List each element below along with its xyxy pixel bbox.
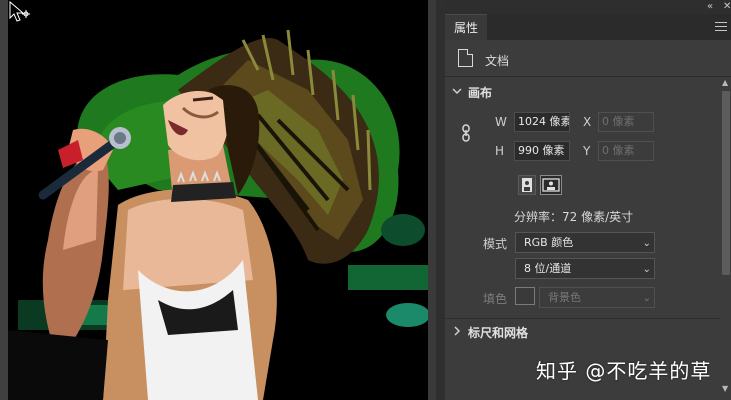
canvas-left-strip: [0, 0, 8, 400]
panel-scrollbar[interactable]: ▲ ▼: [721, 77, 731, 400]
x-field[interactable]: 0 像素: [598, 112, 654, 132]
fill-label: 填色: [483, 292, 508, 306]
properties-panel: 文档 画布 W 1024 像素 X 0 像素 H 990 像素 Y 0 像素 分…: [445, 40, 731, 400]
width-field[interactable]: 1024 像素: [514, 112, 570, 132]
section-rulers-header[interactable]: 标尺和网格: [445, 320, 721, 344]
height-field[interactable]: 990 像素: [514, 141, 570, 161]
chevron-down-icon: [452, 88, 462, 95]
document-label: 文档: [485, 54, 510, 68]
height-label: H: [495, 144, 505, 158]
color-mode-select[interactable]: RGB 颜色 ⌄: [515, 232, 655, 253]
section-canvas-title: 画布: [468, 86, 493, 100]
portrait-icon: [522, 178, 532, 192]
chevron-down-icon: ⌄: [642, 264, 651, 275]
bit-depth-value: 8 位/通道: [524, 262, 572, 275]
close-icon[interactable]: ✕: [723, 1, 731, 13]
link-dimensions-icon[interactable]: [460, 124, 472, 142]
fill-select[interactable]: 背景色 ⌄: [539, 287, 655, 308]
bit-depth-select[interactable]: 8 位/通道 ⌄: [515, 258, 655, 279]
tab-properties[interactable]: 属性: [445, 14, 487, 40]
scroll-thumb[interactable]: [722, 91, 730, 275]
chevron-down-icon: ⌄: [642, 293, 651, 304]
document-canvas[interactable]: [8, 0, 428, 400]
section-rulers-title: 标尺和网格: [468, 326, 529, 340]
panel-topbar: « ✕: [445, 0, 731, 14]
panel-tab-row: 属性: [445, 14, 731, 40]
fill-value: 背景色: [548, 291, 581, 304]
double-chevron-left-icon[interactable]: «: [707, 1, 713, 13]
color-mode-value: RGB 颜色: [524, 236, 574, 249]
resolution-text: 分辨率：72 像素/英寸: [514, 210, 634, 224]
chevron-down-icon: ⌄: [642, 238, 651, 249]
scroll-down-icon[interactable]: ▼: [722, 385, 728, 393]
section-divider: [445, 318, 721, 319]
right-dock: « ✕ 属性 文档 画布 W 1024 像素 X 0 像素 H 990 像素 Y…: [436, 0, 731, 400]
fill-color-swatch[interactable]: [515, 287, 535, 305]
chevron-right-icon: [454, 326, 461, 336]
landscape-orientation-button[interactable]: [540, 175, 562, 195]
x-label: X: [583, 115, 592, 129]
canvas-right-strip: [428, 0, 436, 400]
move-cursor-icon: [9, 0, 30, 22]
dock-gutter: [436, 0, 445, 400]
y-field[interactable]: 0 像素: [598, 141, 654, 161]
panel-menu-icon[interactable]: [715, 22, 727, 32]
section-canvas-header[interactable]: 画布: [445, 80, 721, 104]
width-label: W: [495, 115, 507, 129]
document-icon: [458, 49, 473, 67]
watermark-text: 知乎 @不吃羊的草: [536, 359, 712, 383]
posterized-singer-image: [8, 29, 428, 400]
document-type-row: 文档: [445, 40, 731, 77]
scroll-up-icon[interactable]: ▲: [722, 79, 728, 87]
landscape-icon: [542, 178, 560, 192]
canvas-area[interactable]: [0, 0, 436, 400]
y-label: Y: [583, 144, 591, 158]
mode-label: 模式: [483, 237, 508, 251]
portrait-orientation-button[interactable]: [518, 175, 536, 195]
